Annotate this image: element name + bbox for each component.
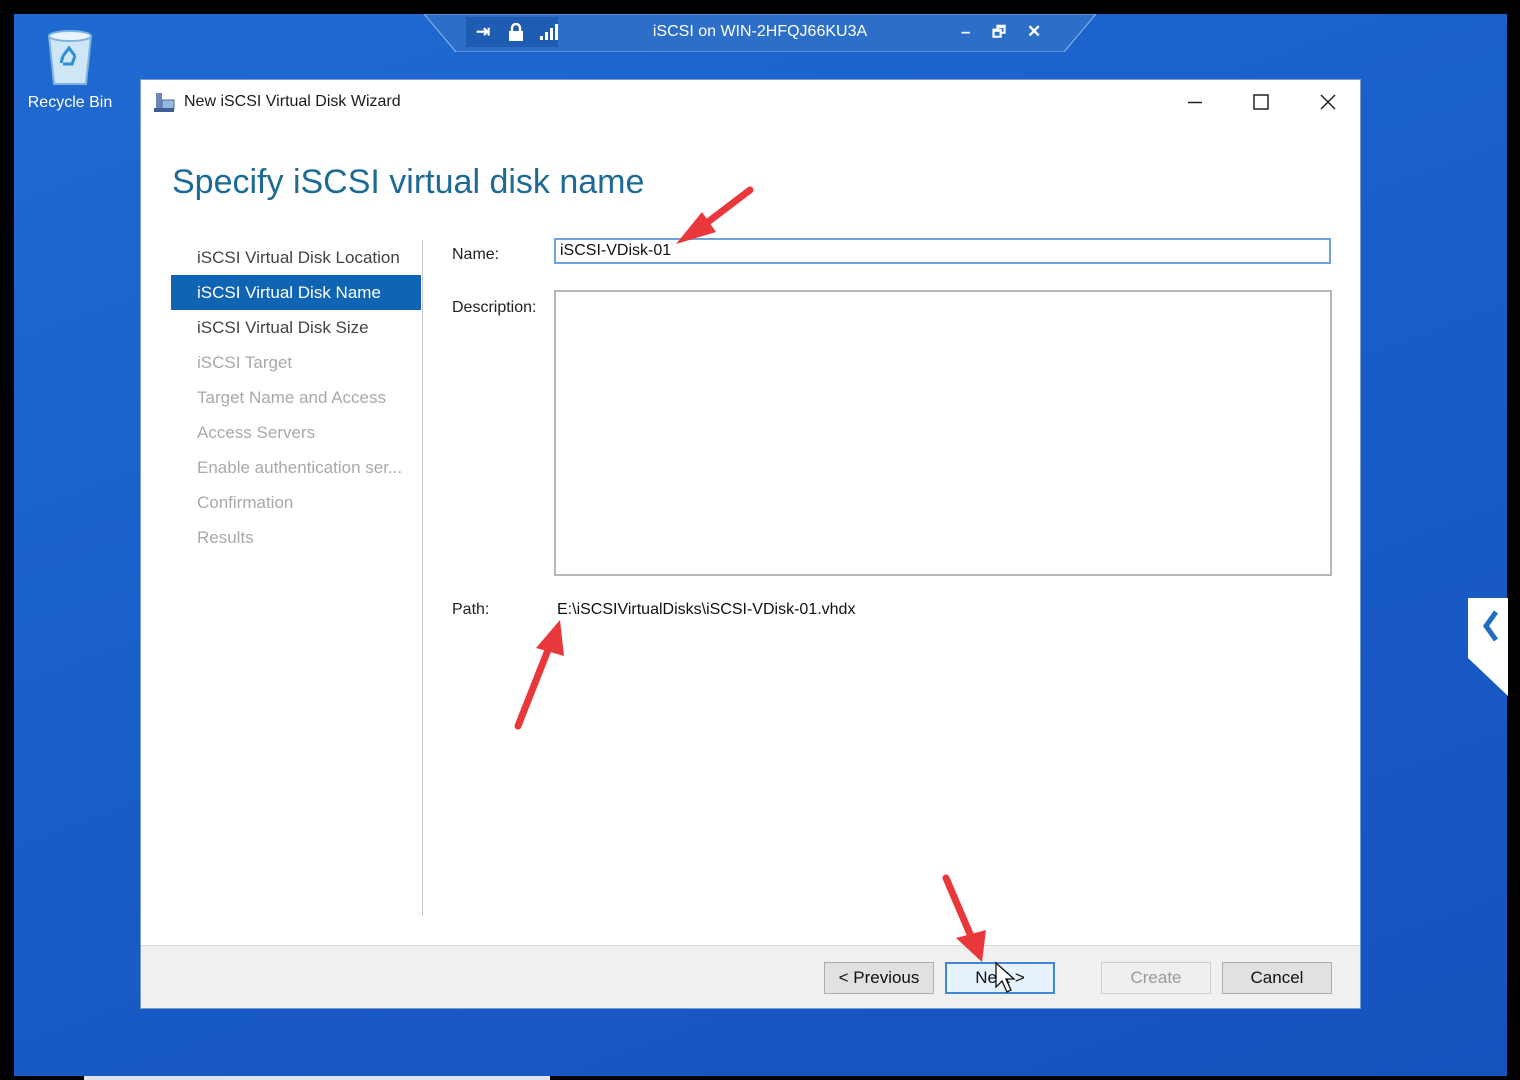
window-title: New iSCSI Virtual Disk Wizard (184, 93, 401, 110)
wizard-steps-nav: iSCSI Virtual Disk Location iSCSI Virtua… (171, 240, 421, 555)
recycle-bin-shortcut[interactable]: Recycle Bin (22, 26, 118, 112)
step-results: Results (197, 528, 254, 547)
close-icon (1320, 94, 1336, 110)
step-target-name-access: Target Name and Access (197, 388, 386, 407)
description-field[interactable] (554, 290, 1332, 576)
next-button[interactable]: Next > (945, 962, 1055, 994)
remote-connection-bar[interactable]: ⇥ iSCSI on WIN-2HFQJ66KU3A – 🗗 ✕ (424, 14, 1096, 52)
side-panel-tab[interactable] (1468, 598, 1508, 696)
remote-close-button[interactable]: ✕ (1027, 22, 1041, 42)
step-enable-authentication: Enable authentication ser... (197, 458, 403, 477)
description-label: Description: (452, 299, 537, 316)
remote-minimize-button[interactable]: – (961, 22, 970, 42)
remote-restore-button[interactable]: 🗗 (992, 22, 1006, 47)
cancel-button[interactable]: Cancel (1222, 962, 1332, 994)
nav-divider (422, 240, 423, 916)
step-disk-location[interactable]: iSCSI Virtual Disk Location (171, 240, 421, 275)
page-heading: Specify iSCSI virtual disk name (172, 163, 645, 201)
wizard-window: New iSCSI Virtual Disk Wizard Specify iS… (140, 79, 1361, 1009)
step-confirmation: Confirmation (197, 493, 294, 512)
title-bar[interactable]: New iSCSI Virtual Disk Wizard (141, 80, 1360, 124)
recycle-bin-label: Recycle Bin (27, 94, 113, 111)
step-access-servers: Access Servers (197, 423, 316, 442)
name-label: Name: (452, 246, 500, 263)
taskbar-strip (84, 1076, 550, 1080)
iscsi-disk-app-icon (154, 93, 175, 112)
step-iscsi-target: iSCSI Target (197, 353, 293, 372)
minimize-button[interactable] (1175, 86, 1215, 118)
close-button[interactable] (1308, 86, 1348, 118)
recycle-bin-icon (47, 30, 93, 85)
path-label: Path: (452, 601, 490, 618)
previous-button[interactable]: < Previous (824, 962, 934, 994)
step-disk-name[interactable]: iSCSI Virtual Disk Name (171, 275, 421, 310)
minimize-icon (1188, 101, 1202, 104)
maximize-button[interactable] (1241, 86, 1281, 118)
maximize-icon (1253, 94, 1269, 110)
name-field[interactable] (554, 238, 1331, 264)
wizard-footer: < Previous Next > Create Cancel (141, 945, 1360, 1008)
path-value: E:\iSCSIVirtualDisks\iSCSI-VDisk-01.vhdx (557, 601, 856, 618)
create-button: Create (1101, 962, 1211, 994)
step-disk-size[interactable]: iSCSI Virtual Disk Size (171, 310, 421, 345)
